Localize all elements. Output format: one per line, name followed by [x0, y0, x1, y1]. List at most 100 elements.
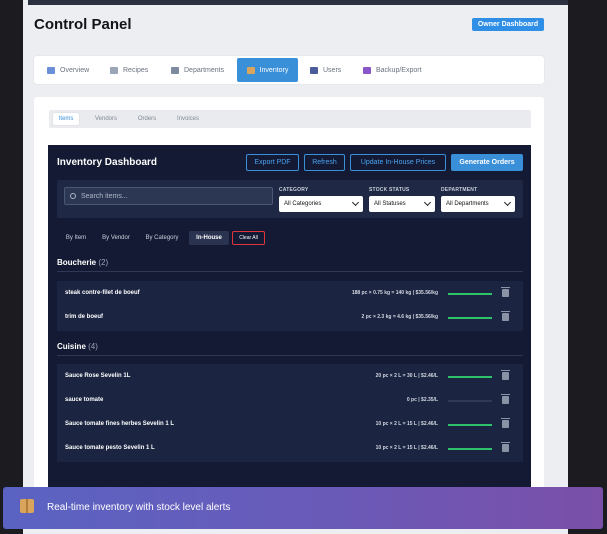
export-pdf-button[interactable]: Export PDF — [246, 154, 299, 171]
tab-label: Users — [323, 66, 342, 74]
trash-icon[interactable] — [501, 370, 510, 380]
group-by-vendor-button[interactable]: By Vendor — [97, 231, 135, 245]
main-tabs: Overview Recipes Departments Inventory U… — [34, 56, 544, 84]
status-filter-label: STOCK STATUS — [369, 187, 410, 193]
status-select-value: All Statuses — [374, 201, 406, 207]
stock-level-fill — [448, 424, 492, 426]
trash-icon[interactable] — [501, 418, 510, 428]
table-row[interactable]: Sauce Rose Sevelin 1L 20 pc × 2 L = 30 L… — [57, 365, 523, 389]
department-select-value: All Departments — [446, 201, 489, 207]
table-row[interactable]: Sauce tomate fines herbes Sevelin 1 L 10… — [57, 413, 523, 437]
table-row[interactable]: Sauce tomate pesto Sevelin 1 L 10 pc × 2… — [57, 437, 523, 461]
category-select-value: All Categories — [284, 201, 322, 207]
page-title: Control Panel — [34, 16, 132, 33]
category-name: Boucherie — [57, 258, 97, 267]
item-quantity: 188 pc × 0.75 kg = 140 kg | $35.56/kg — [351, 290, 438, 296]
item-name: Sauce Rose Sevelin 1L — [65, 373, 131, 379]
table-row[interactable]: sauce tomate 0 pc | $2.35/L — [57, 389, 523, 413]
trash-icon[interactable] — [501, 287, 510, 297]
feature-caption-banner: Real-time inventory with stock level ale… — [3, 487, 603, 529]
group-by-category-button[interactable]: By Category — [140, 231, 184, 245]
tab-label: Overview — [60, 66, 90, 74]
owner-dashboard-button[interactable]: Owner Dashboard — [472, 18, 544, 31]
department-filter-label: DEPARTMENT — [441, 187, 478, 193]
chevron-down-icon — [351, 198, 360, 207]
window-top-bar — [28, 0, 568, 5]
package-icon — [20, 499, 34, 513]
chevron-down-icon — [423, 198, 432, 207]
update-prices-button[interactable]: Update In-House Prices — [350, 154, 446, 171]
item-name: steak contre-filet de boeuf — [65, 290, 140, 296]
tab-backup-export[interactable]: Backup/Export — [363, 58, 422, 82]
building-icon — [171, 66, 179, 74]
stock-level-fill — [448, 317, 492, 319]
subtab-bar: Items Vendors Orders Invoices — [49, 110, 531, 128]
trash-icon[interactable] — [501, 311, 510, 321]
search-input[interactable]: Search items... — [64, 187, 273, 205]
category-items-boucherie: steak contre-filet de boeuf 188 pc × 0.7… — [57, 281, 523, 331]
filter-panel: Search items... CATEGORY All Categories … — [57, 180, 523, 218]
tab-overview[interactable]: Overview — [47, 58, 89, 82]
divider — [57, 271, 523, 272]
item-name: Sauce tomate pesto Sevelin 1 L — [65, 445, 155, 451]
chart-icon — [47, 66, 55, 74]
stock-level-fill — [448, 448, 492, 450]
subtab-orders[interactable]: Orders — [133, 113, 161, 125]
group-by-item-button[interactable]: By Item — [60, 231, 92, 245]
app-window: Control Panel Owner Dashboard Overview R… — [23, 0, 568, 534]
item-quantity: 20 pc × 2 L = 30 L | $2.46/L — [375, 373, 438, 379]
category-heading-boucherie: Boucherie (2) — [57, 258, 108, 267]
item-name: Sauce tomate fines herbes Sevelin 1 L — [65, 421, 175, 427]
box-icon — [246, 66, 255, 74]
trash-icon[interactable] — [501, 442, 510, 452]
item-quantity: 2 pc × 2.3 kg = 4.6 kg | $35.56/kg — [361, 314, 438, 320]
item-quantity: 10 pc × 2 L = 15 L | $2.46/L — [375, 445, 438, 451]
category-select[interactable]: All Categories — [279, 196, 363, 212]
users-icon — [310, 66, 318, 74]
stock-level-bar — [448, 448, 492, 450]
clear-all-button[interactable]: Clear All — [232, 231, 265, 245]
category-filter-label: CATEGORY — [279, 187, 309, 193]
subtab-invoices[interactable]: Invoices — [173, 113, 203, 125]
search-icon — [70, 193, 76, 199]
floppy-icon — [363, 66, 371, 74]
tab-users[interactable]: Users — [310, 58, 341, 82]
generate-orders-button[interactable]: Generate Orders — [451, 154, 523, 171]
tab-inventory[interactable]: Inventory — [237, 58, 298, 82]
stock-level-bar — [448, 424, 492, 426]
trash-icon[interactable] — [501, 394, 510, 404]
tab-label: Recipes — [123, 66, 149, 74]
stock-level-bar — [448, 400, 492, 402]
department-select[interactable]: All Departments — [441, 196, 515, 212]
tab-recipes[interactable]: Recipes — [110, 58, 148, 82]
caption-text: Real-time inventory with stock level ale… — [47, 502, 231, 513]
category-count: (4) — [88, 342, 98, 351]
category-items-cuisine: Sauce Rose Sevelin 1L 20 pc × 2 L = 30 L… — [57, 364, 523, 462]
item-quantity: 10 pc × 2 L = 15 L | $2.46/L — [375, 421, 438, 427]
group-in-house-button[interactable]: In-House — [189, 231, 229, 245]
stock-level-bar — [448, 317, 492, 319]
search-placeholder: Search items... — [81, 192, 128, 200]
subtab-vendors[interactable]: Vendors — [91, 113, 121, 125]
item-name: trim de boeuf — [65, 314, 104, 320]
item-quantity: 0 pc | $2.35/L — [406, 397, 438, 403]
stock-level-bar — [448, 376, 492, 378]
table-row[interactable]: steak contre-filet de boeuf 188 pc × 0.7… — [57, 282, 523, 306]
category-heading-cuisine: Cuisine (4) — [57, 342, 98, 351]
table-row[interactable]: trim de boeuf 2 pc × 2.3 kg = 4.6 kg | $… — [57, 306, 523, 330]
status-select[interactable]: All Statuses — [369, 196, 435, 212]
divider — [57, 355, 523, 356]
tab-label: Inventory — [259, 66, 289, 74]
category-name: Cuisine — [57, 342, 86, 351]
tab-label: Departments — [184, 66, 225, 74]
book-icon — [110, 66, 118, 74]
tab-label: Backup/Export — [376, 66, 422, 74]
stock-level-fill — [448, 293, 492, 295]
inventory-dashboard: Inventory Dashboard Export PDF Refresh U… — [48, 145, 531, 490]
category-count: (2) — [98, 258, 109, 267]
stock-level-bar — [448, 293, 492, 295]
item-name: sauce tomate — [65, 397, 104, 403]
refresh-button[interactable]: Refresh — [304, 154, 345, 171]
tab-departments[interactable]: Departments — [171, 58, 224, 82]
subtab-items[interactable]: Items — [53, 113, 79, 125]
